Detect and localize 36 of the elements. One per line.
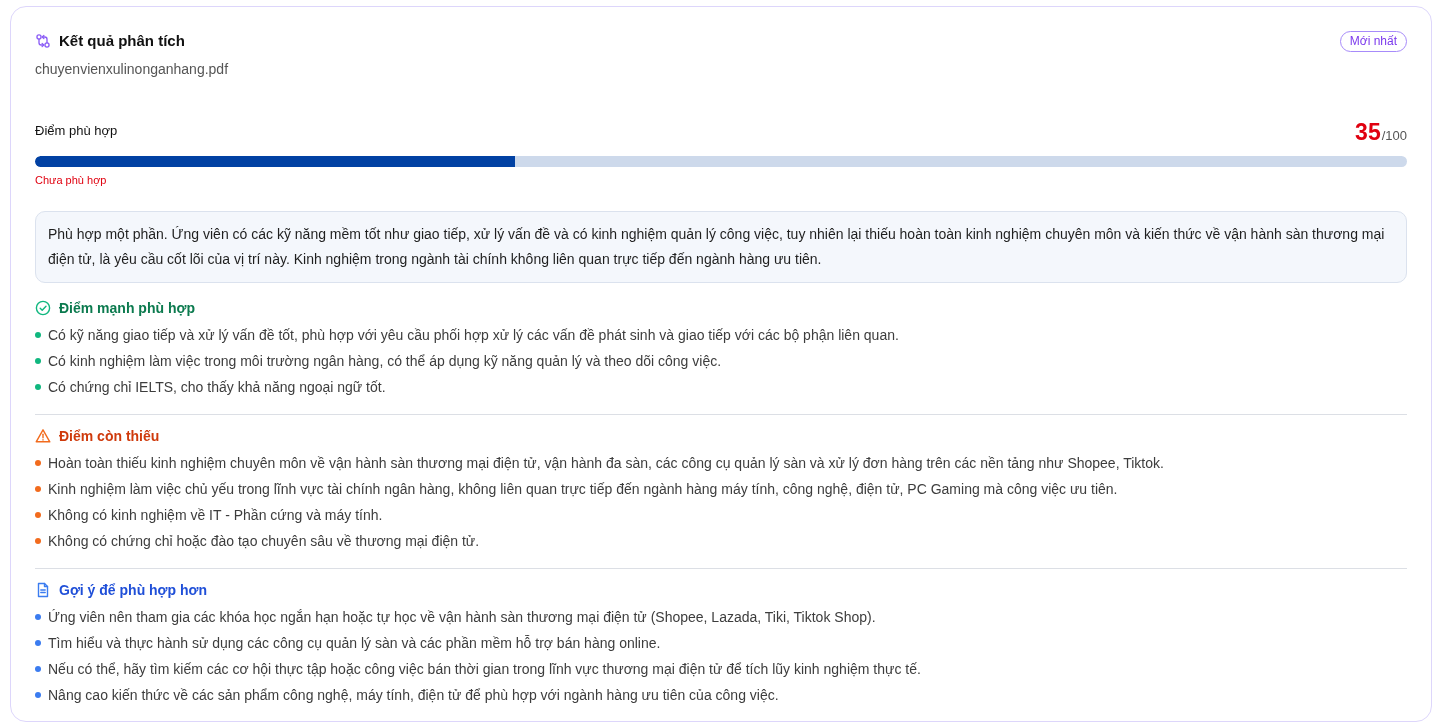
- bullet-icon: [35, 332, 41, 338]
- bullet-icon: [35, 640, 41, 646]
- list-item-text: Ứng viên nên tham gia các khóa học ngắn hạn hoặc tự học về vận hành sàn thương mại điện tử (Shopee, Lazada, Tiki, Tiktok Shop).: [48, 608, 876, 627]
- bullet-icon: [35, 384, 41, 390]
- section-heading: Điểm mạnh phù hợp: [59, 299, 195, 318]
- bullet-icon: [35, 358, 41, 364]
- bullet-icon: [35, 512, 41, 518]
- list-item-text: Nếu có thể, hãy tìm kiếm các cơ hội thực tập hoặc công việc bán thời gian trong lĩnh vực thương mại điện tử để tích lũy kinh nghiệm thực tế.: [48, 660, 921, 679]
- compare-icon: [35, 33, 51, 49]
- bullet-icon: [35, 666, 41, 672]
- bullet-icon: [35, 538, 41, 544]
- list-item-text: Không có kinh nghiệm về IT - Phần cứng và máy tính.: [48, 506, 383, 525]
- list-item-text: Hoàn toàn thiếu kinh nghiệm chuyên môn về vận hành sàn thương mại điện tử, vận hành đa sàn, các công cụ quản lý sàn và xử lý đơn hàng trên các nền tảng như Shopee, Tiktok.: [48, 454, 1164, 473]
- score-max: /100: [1381, 128, 1407, 144]
- warning-icon: [35, 428, 51, 444]
- list-item-text: Tìm hiểu và thực hành sử dụng các công cụ quản lý sàn và các phần mềm hỗ trợ bán hàng online.: [48, 634, 661, 653]
- section-heading: Gợi ý để phù hợp hơn: [59, 581, 208, 600]
- bullet-icon: [35, 460, 41, 466]
- section-heading: Điểm còn thiếu: [59, 427, 160, 446]
- score-value: 35: [1355, 119, 1381, 145]
- bullet-icon: [35, 614, 41, 620]
- verdict-label: Chưa phù hợp: [35, 173, 108, 187]
- score-label: Điểm phù hợp: [35, 122, 118, 140]
- bullet-icon: [35, 486, 41, 492]
- summary-text: Phù hợp một phần. Ứng viên có các kỹ năng mềm tốt như giao tiếp, xử lý vấn đề và có kinh nghiệm quản lý công việc, tuy nhiên lại thiếu hoàn toàn kinh nghiệm chuyên môn và kiến thức về vận hành sàn thương mại điện tử, là yêu cầu cốt lõi của vị trí này. Kinh nghiệm trong ngành tài chính không liên quan trực tiếp đến ngành hàng ưu tiên.: [35, 211, 1407, 283]
- list-item-text: Kinh nghiệm làm việc chủ yếu trong lĩnh vực tài chính ngân hàng, không liên quan trực tiếp đến ngành hàng máy tính, công nghệ, điện tử, PC Gaming mà công việc ưu tiên.: [48, 480, 1118, 499]
- list-item-text: Không có chứng chỉ hoặc đào tạo chuyên sâu về thương mại điện tử.: [48, 532, 480, 551]
- check-circle-icon: [35, 300, 51, 316]
- list-item-text: Có kinh nghiệm làm việc trong môi trường ngân hàng, có thể áp dụng kỹ năng quản lý và theo dõi công việc.: [48, 352, 722, 371]
- list-item-text: Có kỹ năng giao tiếp và xử lý vấn đề tốt, phù hợp với yêu cầu phối hợp xử lý các vấn đề phát sinh và giao tiếp với các bộ phận liên quan.: [48, 326, 899, 345]
- bullet-icon: [35, 692, 41, 698]
- list-item-text: Có chứng chỉ IELTS, cho thấy khả năng ngoại ngữ tốt.: [48, 378, 386, 397]
- file-name: chuyenvienxulinonganhang.pdf: [35, 60, 230, 79]
- list-item-text: Nâng cao kiến thức về các sản phẩm công nghệ, máy tính, điện tử để phù hợp với ngành hàng ưu tiên của công việc.: [48, 686, 779, 705]
- card-title: Kết quả phân tích: [59, 31, 185, 51]
- document-icon: [35, 582, 51, 598]
